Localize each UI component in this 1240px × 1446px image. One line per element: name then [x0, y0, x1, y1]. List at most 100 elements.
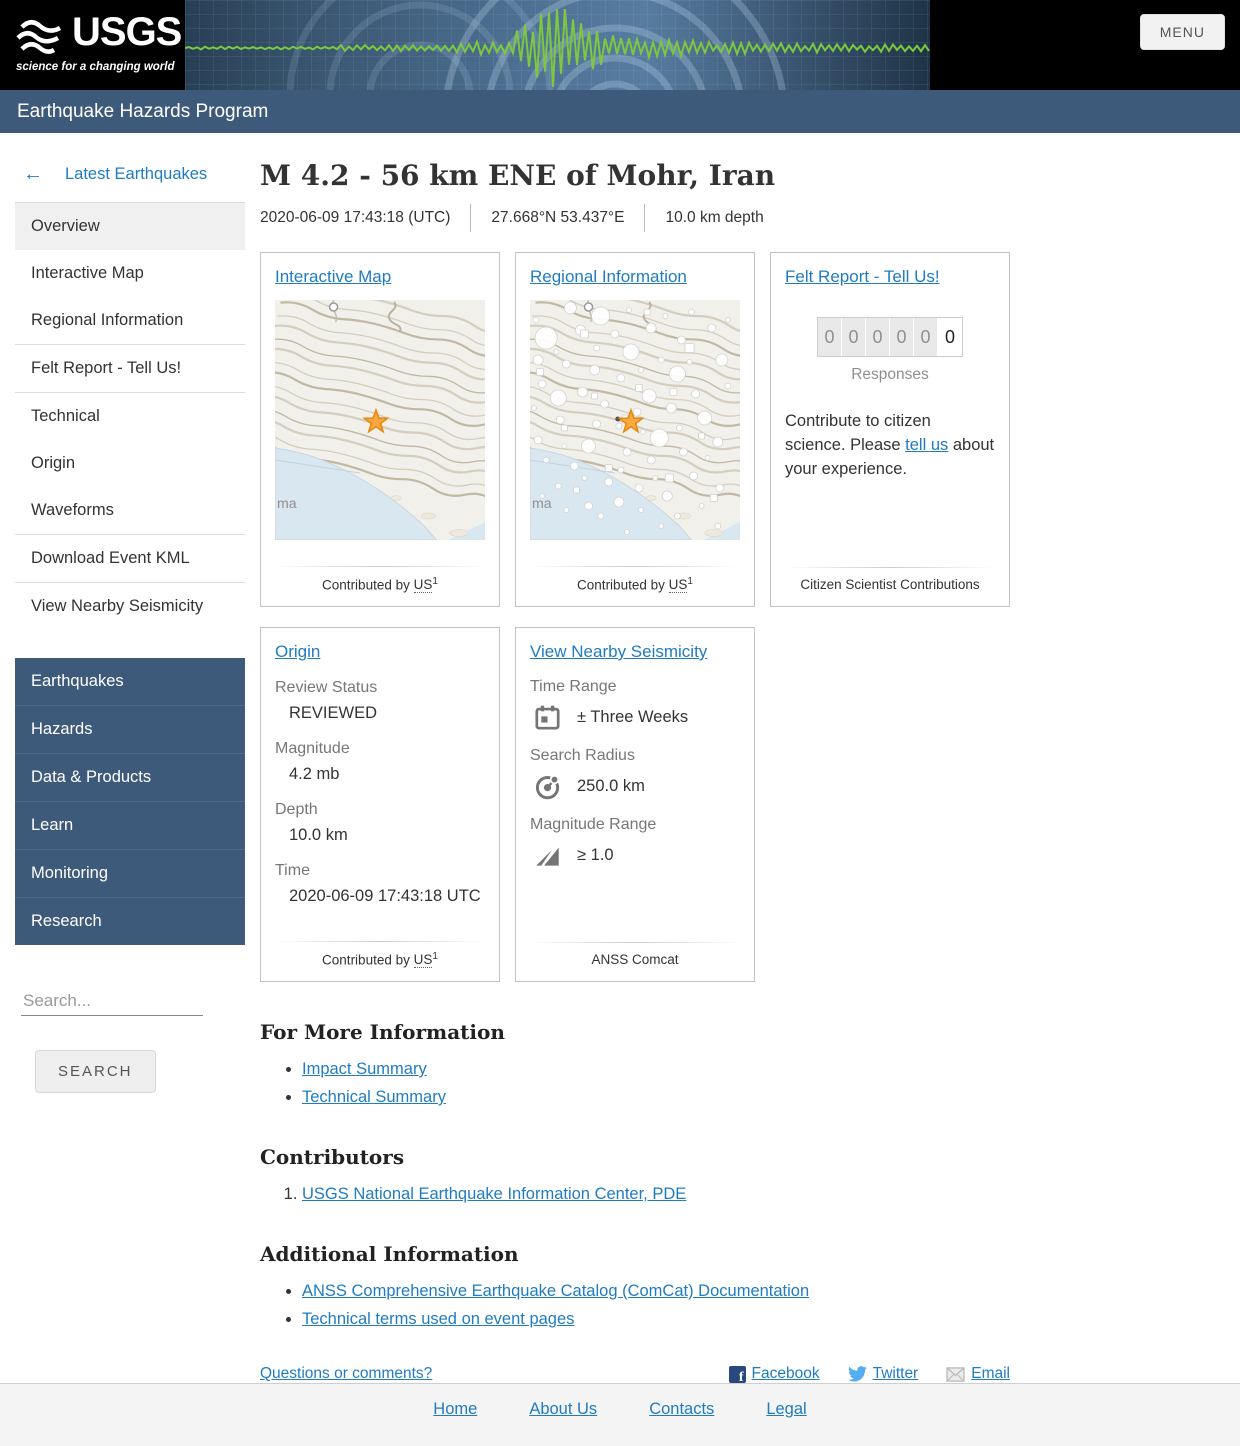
latest-earthquakes-link[interactable]: Latest Earthquakes [65, 165, 207, 184]
seismograph-banner-image [185, 0, 930, 90]
card-footer: Citizen Scientist Contributions [800, 577, 980, 592]
interactive-map-card: Interactive Map ma Contributed by US1 [260, 252, 500, 607]
origin-card: Origin Review Status REVIEWED Magnitude … [260, 627, 500, 982]
magnitude-range-label: Magnitude Range [530, 816, 657, 833]
time-range-label: Time Range [530, 678, 617, 695]
usgs-logo[interactable]: USGS science for a changing world [0, 0, 185, 90]
event-coordinates: 27.668°N 53.437°E [470, 204, 644, 232]
footer-about-us-link[interactable]: About Us [529, 1400, 597, 1446]
radius-icon [535, 774, 560, 800]
sidebar-item-interactive-map[interactable]: Interactive Map [15, 250, 245, 297]
contributed-by-text: Contributed by [322, 952, 410, 967]
sidebar-item-view-nearby-seismicity[interactable]: View Nearby Seismicity [15, 583, 245, 630]
interactive-map-thumbnail[interactable]: ma [275, 300, 485, 540]
email-icon [946, 1366, 965, 1382]
regional-information-link[interactable]: Regional Information [530, 267, 687, 287]
counter-digit: 0 [890, 318, 914, 356]
usgs-wave-icon [16, 20, 62, 54]
footer-contacts-link[interactable]: Contacts [649, 1400, 714, 1446]
technical-terms-link[interactable]: Technical terms used on event pages [302, 1310, 574, 1328]
back-to-latest-earthquakes[interactable]: ← Latest Earthquakes [15, 153, 245, 202]
footnote: 1 [687, 575, 693, 587]
counter-digit: 0 [914, 318, 938, 356]
twitter-share-link[interactable]: Twitter [847, 1365, 919, 1383]
magnitude-range-value: ≥ 1.0 [577, 846, 614, 864]
regional-information-thumbnail[interactable]: ma [530, 300, 740, 540]
list-item: ANSS Comprehensive Earthquake Catalog (C… [302, 1282, 1010, 1301]
magnitude-value: 4.2 mb [289, 765, 340, 783]
tell-us-link[interactable]: tell us [905, 436, 948, 454]
sidebar-item-technical[interactable]: Technical [15, 393, 245, 440]
comcat-documentation-link[interactable]: ANSS Comprehensive Earthquake Catalog (C… [302, 1282, 809, 1300]
felt-report-link[interactable]: Felt Report - Tell Us! [785, 267, 940, 287]
card-footer: ANSS Comcat [591, 952, 679, 967]
page-title: M 4.2 - 56 km ENE of Mohr, Iran [260, 159, 776, 192]
depth-value: 10.0 km [289, 826, 348, 844]
footer-legal-link[interactable]: Legal [766, 1400, 806, 1446]
sidebar-item-hazards[interactable]: Hazards [15, 705, 245, 753]
technical-summary-link[interactable]: Technical Summary [302, 1088, 446, 1106]
contributor-abbr[interactable]: US [413, 952, 433, 968]
sidebar-item-felt-report[interactable]: Felt Report - Tell Us! [15, 345, 245, 392]
sidebar: ← Latest Earthquakes Overview Interactiv… [15, 133, 245, 1093]
sidebar-item-download-kml[interactable]: Download Event KML [15, 535, 245, 582]
contributor-abbr[interactable]: US [668, 577, 688, 593]
interactive-map-link[interactable]: Interactive Map [275, 267, 391, 287]
depth-label: Depth [275, 801, 318, 818]
menu-button[interactable]: MENU [1139, 14, 1225, 50]
sidebar-item-research[interactable]: Research [15, 897, 245, 945]
search-radius-label: Search Radius [530, 747, 635, 764]
site-footer: Home About Us Contacts Legal [0, 1383, 1240, 1446]
responses-label: Responses [851, 366, 929, 383]
view-nearby-seismicity-link[interactable]: View Nearby Seismicity [530, 642, 707, 662]
felt-report-card: Felt Report - Tell Us! 0 0 0 0 0 0 Respo… [770, 252, 1010, 607]
event-meta: 2020-06-09 17:43:18 (UTC) 27.668°N 53.43… [260, 204, 1010, 232]
impact-summary-link[interactable]: Impact Summary [302, 1060, 427, 1078]
origin-link[interactable]: Origin [275, 642, 320, 662]
contributor-abbr[interactable]: US [413, 577, 433, 593]
sidebar-item-learn[interactable]: Learn [15, 801, 245, 849]
sidebar-item-origin[interactable]: Origin [15, 440, 245, 487]
facebook-icon [728, 1365, 746, 1386]
felt-report-text: Contribute to citizen science. Please te… [785, 410, 995, 482]
search-button[interactable]: SEARCH [35, 1050, 156, 1093]
program-title-link[interactable]: Earthquake Hazards Program [17, 101, 268, 122]
list-item: Impact Summary [302, 1060, 1010, 1079]
questions-or-comments-link[interactable]: Questions or comments? [260, 1365, 432, 1383]
list-item: Technical terms used on event pages [302, 1310, 1010, 1329]
for-more-information-section: For More Information Impact Summary Tech… [260, 1020, 1010, 1107]
main-content: M 4.2 - 56 km ENE of Mohr, Iran 2020-06-… [260, 133, 1010, 1386]
facebook-share-link[interactable]: Facebook [728, 1365, 820, 1386]
site-nav: Earthquakes Hazards Data & Products Lear… [15, 658, 245, 945]
twitter-icon [847, 1366, 867, 1382]
email-share-link[interactable]: Email [946, 1365, 1010, 1383]
svg-text:ma: ma [277, 495, 297, 511]
sidebar-item-earthquakes[interactable]: Earthquakes [15, 658, 245, 705]
footer-home-link[interactable]: Home [433, 1400, 477, 1446]
card-footer: Contributed by US1 [275, 942, 485, 968]
counter-digit: 0 [866, 318, 890, 356]
section-heading: Additional Information [260, 1242, 519, 1266]
sidebar-item-overview[interactable]: Overview [15, 203, 245, 250]
calendar-icon [535, 705, 560, 730]
back-arrow-icon: ← [23, 163, 43, 185]
card-footer: Contributed by US1 [530, 567, 740, 593]
responses-counter: 0 0 0 0 0 0 [817, 317, 963, 357]
section-heading: For More Information [260, 1020, 505, 1044]
regional-information-card: Regional Information ma Contributed by U… [515, 252, 755, 607]
sidebar-item-waveforms[interactable]: Waveforms [15, 487, 245, 534]
time-label: Time [275, 862, 310, 879]
sidebar-item-data-products[interactable]: Data & Products [15, 753, 245, 801]
search-radius-value: 250.0 km [577, 777, 645, 795]
contributors-section: Contributors USGS National Earthquake In… [260, 1145, 1010, 1204]
contributed-by-text: Contributed by [577, 577, 665, 592]
sidebar-item-monitoring[interactable]: Monitoring [15, 849, 245, 897]
sidebar-item-regional-information[interactable]: Regional Information [15, 297, 245, 344]
contributed-by-text: Contributed by [322, 577, 410, 592]
site-header: USGS science for a changing world MENU [0, 0, 1240, 90]
twitter-label: Twitter [872, 1365, 919, 1382]
logo-tagline: science for a changing world [16, 61, 175, 73]
usgs-neic-pde-link[interactable]: USGS National Earthquake Information Cen… [302, 1185, 686, 1203]
counter-digit: 0 [818, 318, 842, 356]
search-input[interactable] [21, 987, 203, 1016]
